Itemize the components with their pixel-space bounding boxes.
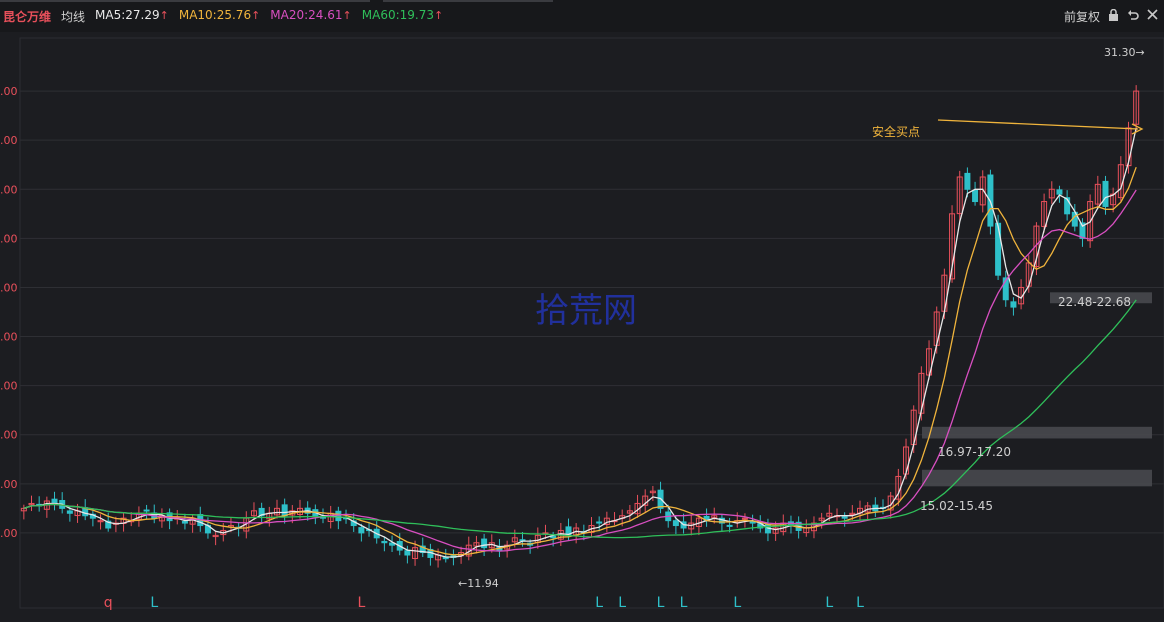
support-zone-band bbox=[922, 426, 1152, 439]
ma-legend: 昆仑万维 均线 MA5:27.29↑ MA10:25.76↑ MA20:24.6… bbox=[3, 8, 447, 25]
y-tick-label: .00 bbox=[0, 281, 18, 294]
candle-body bbox=[1056, 189, 1063, 195]
signal-marker: L bbox=[150, 595, 158, 611]
candle-body bbox=[381, 540, 388, 544]
candle-body bbox=[749, 521, 756, 524]
ma20-line bbox=[23, 189, 1137, 552]
candle-body bbox=[1010, 301, 1017, 308]
ma5-line bbox=[23, 127, 1137, 558]
y-tick-label: .00 bbox=[0, 232, 18, 245]
support-zone-label: 22.48-22.68 bbox=[1058, 295, 1131, 309]
y-tick-label: .00 bbox=[0, 85, 18, 98]
y-tick-label: .00 bbox=[0, 331, 18, 344]
candle-body bbox=[741, 517, 748, 520]
candle-body bbox=[481, 538, 488, 549]
candle-body bbox=[442, 557, 449, 560]
signal-marker: q bbox=[104, 595, 113, 611]
support-zone-label: 16.97-17.20 bbox=[938, 445, 1011, 459]
buy-point-label: 安全买点 bbox=[872, 124, 920, 139]
candle-body bbox=[672, 520, 679, 527]
y-tick-label: .00 bbox=[0, 478, 18, 491]
close-icon[interactable] bbox=[1147, 9, 1158, 24]
signal-marker: L bbox=[733, 595, 741, 611]
signal-marker: L bbox=[657, 595, 665, 611]
signal-marker: L bbox=[618, 595, 626, 611]
candle-body bbox=[841, 516, 848, 519]
bottom-markers: qLLLLLLLLL bbox=[104, 595, 864, 611]
tab-indicator bbox=[0, 0, 370, 2]
buy-point-arrow-line bbox=[937, 119, 1139, 130]
candle-body bbox=[995, 222, 1002, 276]
candle-body bbox=[66, 510, 73, 514]
candle-body bbox=[404, 550, 411, 556]
candle-body bbox=[281, 504, 288, 517]
candle-body bbox=[596, 521, 603, 524]
ma10-value: MA10:25.76↑ bbox=[178, 8, 261, 22]
tab-indicator bbox=[383, 0, 553, 2]
y-tick-label: .00 bbox=[0, 134, 18, 147]
candle-body bbox=[726, 524, 733, 527]
undo-icon[interactable] bbox=[1127, 9, 1139, 25]
ma60-value: MA60:19.73↑ bbox=[361, 8, 444, 22]
y-tick-label: .00 bbox=[0, 380, 18, 393]
ma10-line bbox=[23, 166, 1137, 556]
y-tick-label: .00 bbox=[0, 527, 18, 540]
signal-marker: L bbox=[856, 595, 864, 611]
y-axis-ticks: .00 .00 .00 .00 .00 .00 .00 .00 .00 .00 bbox=[0, 85, 18, 540]
candle-body bbox=[143, 509, 150, 512]
watermark: 拾荒网 bbox=[535, 291, 637, 331]
y-tick-label: .00 bbox=[0, 183, 18, 196]
ma20-value: MA20:24.61↑ bbox=[270, 8, 352, 22]
stock-name[interactable]: 昆仑万维 bbox=[3, 8, 51, 25]
ma5-value: MA5:27.29↑ bbox=[95, 8, 169, 22]
candle-body bbox=[1102, 180, 1109, 207]
signal-marker: L bbox=[595, 595, 603, 611]
candlestick-chart: .00 .00 .00 .00 .00 .00 .00 .00 .00 .00 拾荒网 31.30… bbox=[0, 37, 1164, 611]
restore-rights-button[interactable]: 前复权 bbox=[1064, 8, 1100, 25]
signal-marker: L bbox=[680, 595, 688, 611]
candle-body bbox=[964, 172, 971, 190]
candle-body bbox=[358, 527, 365, 534]
top-bar: 昆仑万维 均线 MA5:27.29↑ MA10:25.76↑ MA20:24.6… bbox=[0, 0, 1164, 32]
signal-marker: L bbox=[825, 595, 833, 611]
candle-body bbox=[972, 189, 979, 203]
support-zone-band bbox=[922, 469, 1152, 487]
support-zone-label: 15.02-15.45 bbox=[920, 499, 993, 513]
candle-body bbox=[335, 510, 342, 522]
ma-label[interactable]: 均线 bbox=[61, 8, 85, 25]
y-tick-label: .00 bbox=[0, 429, 18, 442]
candle-body bbox=[51, 498, 58, 504]
right-controls: 前复权 bbox=[1064, 8, 1158, 25]
ma-lines bbox=[23, 127, 1137, 558]
high-price-label: 31.30→ bbox=[1104, 46, 1145, 59]
low-price-label: ←11.94 bbox=[458, 577, 499, 590]
candle-body bbox=[181, 521, 188, 524]
signal-marker: L bbox=[357, 595, 365, 611]
lock-icon[interactable] bbox=[1108, 8, 1119, 25]
